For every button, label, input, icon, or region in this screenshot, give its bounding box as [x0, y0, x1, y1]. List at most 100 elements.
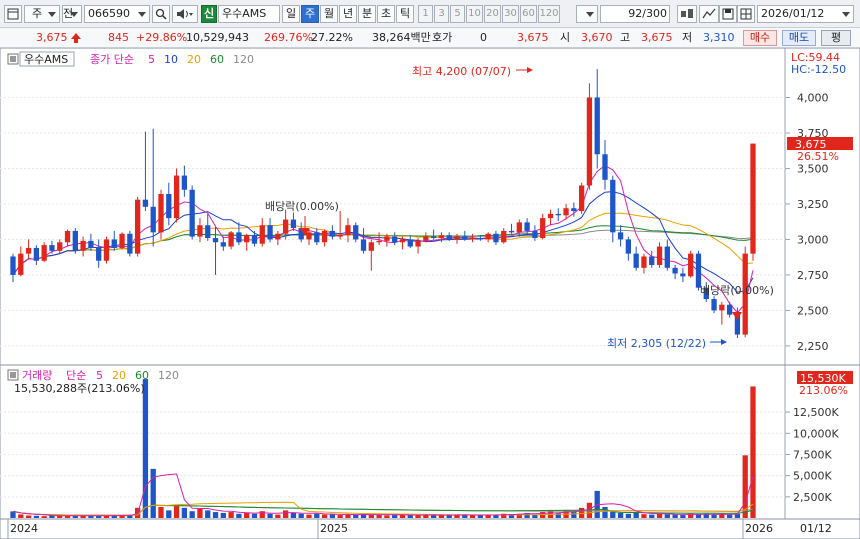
candle-body — [602, 154, 608, 180]
volume-bar — [680, 515, 686, 518]
interval-tab-30[interactable]: 30 — [502, 5, 519, 23]
candle-body — [454, 236, 460, 240]
crosshair-icon[interactable] — [677, 5, 697, 23]
volume-bar — [571, 512, 577, 518]
search-icon[interactable] — [152, 5, 170, 23]
candle-body — [80, 240, 86, 251]
market-select[interactable]: 전 — [62, 5, 82, 23]
chart-area[interactable]: 4,0003,7503,5003,2503,0002,7502,5002,250… — [0, 48, 860, 539]
candle-body — [57, 242, 63, 251]
volume-bar — [314, 513, 320, 518]
volume-bar — [672, 514, 678, 518]
trade-amount: 38,264백만 — [372, 31, 431, 44]
grid-icon[interactable] — [737, 5, 755, 23]
volume-bar — [719, 514, 725, 518]
candle-body — [111, 239, 117, 248]
candle-body — [625, 239, 632, 254]
candle-body — [282, 219, 289, 234]
volume-bar — [711, 514, 717, 518]
y-axis-background — [785, 48, 860, 539]
legend-ma-120: 120 — [233, 53, 254, 66]
volume-bar — [142, 379, 149, 518]
candle-body — [485, 233, 491, 240]
volume-legend-prefix: 단순 — [66, 369, 86, 382]
interval-tab-10[interactable]: 10 — [466, 5, 483, 23]
legend-ma-60: 60 — [210, 53, 224, 66]
date-field[interactable]: 2026/01/12 — [757, 5, 854, 23]
candle-body — [25, 247, 32, 254]
candle-body — [719, 304, 725, 311]
candle-body — [508, 230, 515, 233]
price-change-pct: +29.86% — [136, 31, 188, 44]
kind-select[interactable]: 주 — [24, 5, 60, 23]
count-field[interactable]: 92/300 — [600, 5, 670, 23]
price-tick-label: 3,250 — [797, 198, 829, 211]
interval-tab-1[interactable]: 1 — [418, 5, 433, 23]
volume-bar — [656, 513, 663, 518]
interval-dropdown[interactable] — [576, 5, 598, 23]
volume-bar — [41, 516, 47, 518]
interval-tab-5[interactable]: 5 — [450, 5, 465, 23]
volume-bar — [181, 507, 188, 518]
candle-body — [345, 225, 351, 236]
candle-body — [236, 232, 242, 243]
candle-body — [695, 253, 702, 288]
volume-bar — [438, 515, 445, 518]
stock-name-field[interactable]: 우수AMS — [218, 5, 280, 23]
candle-body — [353, 225, 359, 240]
candle-body — [555, 213, 561, 216]
volume-bar — [726, 514, 733, 518]
grid-icon-glyph — [740, 8, 752, 20]
candle-body — [594, 97, 600, 155]
buy-button[interactable]: 매수 — [743, 30, 777, 46]
candle-body — [259, 225, 265, 244]
candle-body — [18, 253, 24, 275]
high-annotation: 최고 4,200 (07/07) — [412, 65, 511, 78]
volume-legend-ma-20: 20 — [112, 369, 126, 382]
volume-bar — [228, 512, 234, 518]
low-label: 저 — [682, 31, 693, 44]
crosshair-icon-glyph — [681, 9, 693, 18]
count-value: 92 — [628, 7, 643, 20]
volume-pct-tag: 213.06% — [799, 384, 848, 397]
high-value: 3,675 — [641, 31, 673, 44]
volume-bar — [290, 512, 297, 518]
speaker-icon[interactable] — [172, 5, 198, 23]
volume-bar — [555, 512, 561, 518]
candle-body — [41, 245, 47, 261]
interval-tab-20[interactable]: 20 — [484, 5, 501, 23]
period-tab-6[interactable]: 틱 — [396, 5, 414, 23]
eval-button[interactable]: 평 — [821, 30, 851, 46]
volume-legend-ma-120: 120 — [158, 369, 179, 382]
period-tab-1[interactable]: 주 — [301, 5, 319, 23]
period-tab-4[interactable]: 분 — [358, 5, 376, 23]
volume-bar — [649, 514, 655, 518]
period-tab-5[interactable]: 초 — [377, 5, 395, 23]
stock-code-input[interactable]: 066590 — [84, 5, 150, 23]
volume-bar — [321, 514, 328, 518]
sell-button[interactable]: 매도 — [782, 30, 816, 46]
candle-body — [134, 199, 141, 254]
volume-bar — [236, 513, 242, 518]
period-tab-3[interactable]: 년 — [339, 5, 357, 23]
legend-ma-20: 20 — [187, 53, 201, 66]
volume-bar — [158, 506, 164, 518]
volume-bar — [664, 514, 670, 518]
price-tick-label: 3,000 — [797, 233, 829, 246]
candle-body — [726, 304, 733, 315]
line-tool-icon[interactable] — [699, 5, 719, 23]
candle-body — [407, 239, 413, 247]
interval-tab-120[interactable]: 120 — [538, 5, 560, 23]
candle-body — [158, 194, 164, 233]
candle-body — [181, 175, 188, 190]
interval-tab-60[interactable]: 60 — [520, 5, 537, 23]
candle-body — [656, 246, 663, 265]
save-icon[interactable] — [719, 5, 737, 23]
candle-body — [290, 219, 297, 229]
candle-body — [532, 230, 538, 239]
window-icon[interactable] — [4, 5, 22, 23]
period-tab-0[interactable]: 일 — [282, 5, 300, 23]
interval-tab-3[interactable]: 3 — [434, 5, 449, 23]
candle-body — [430, 236, 437, 239]
period-tab-2[interactable]: 월 — [320, 5, 338, 23]
